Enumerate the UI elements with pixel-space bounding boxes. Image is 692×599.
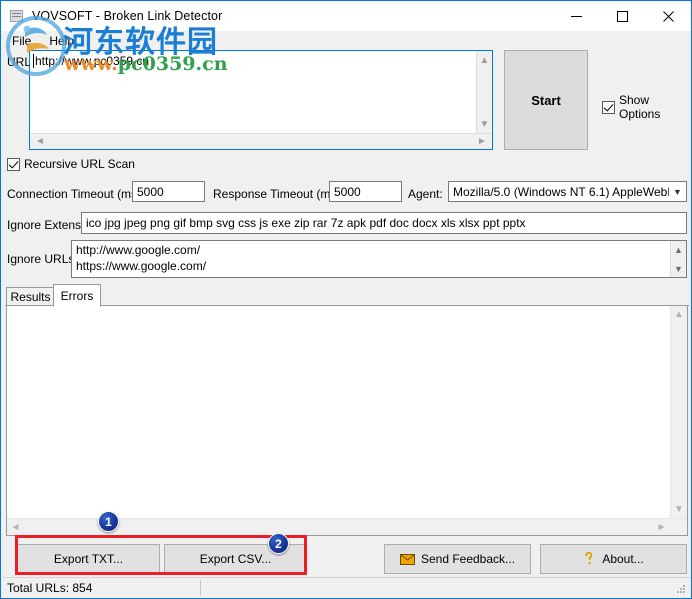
tab-errors[interactable]: Errors [53,284,101,307]
tab-results[interactable]: Results [6,287,55,306]
menu-item-file[interactable]: File [3,32,40,50]
send-feedback-button[interactable]: Send Feedback... [384,544,531,574]
about-label: About... [602,552,644,566]
ignore-urls-scrollbar[interactable]: ▲ ▼ [670,241,686,277]
chevron-down-icon[interactable]: ▼ [671,260,686,277]
response-timeout-input[interactable]: 5000 [329,181,402,202]
annotation-badge-1: 1 [98,511,119,532]
ignore-extensions-input[interactable]: ico jpg jpeg png gif bmp svg css js exe … [81,212,687,234]
tab-strip: Results Errors [5,284,689,307]
ignore-urls-label: Ignore URLs: [7,252,78,266]
envelope-icon [399,553,415,565]
ignore-urls-value: http://www.google.com/ https://www.googl… [76,243,207,273]
url-horizontal-scrollbar[interactable]: ◄ ► [30,133,492,149]
menu-item-help[interactable]: Help [40,32,83,50]
menu-bar: File Help [1,31,691,51]
annotation-badge-2: 2 [268,533,289,554]
app-window-icon [9,8,25,24]
status-bar: Total URLs: 854 [2,577,690,597]
start-button[interactable]: Start [504,50,588,150]
connection-timeout-input[interactable]: 5000 [132,181,205,202]
question-key-icon [583,552,596,566]
chevron-down-icon[interactable]: ▼ [671,501,687,518]
status-divider [200,580,201,596]
send-feedback-label: Send Feedback... [420,552,516,566]
show-options-label: Show Options [619,93,661,121]
window-title: VOVSOFT - Broken Link Detector [32,9,223,23]
checkbox-box-icon [602,100,615,114]
close-icon[interactable] [645,1,691,31]
application-window: VOVSOFT - Broken Link Detector File Help… [0,0,692,599]
chevron-left-icon[interactable]: ◄ [7,519,24,535]
chevron-right-icon[interactable]: ► [653,519,670,535]
chevron-left-icon[interactable]: ◄ [32,134,48,149]
response-timeout-label: Response Timeout (ms): [213,187,344,201]
recursive-url-scan-checkbox[interactable]: Recursive URL Scan [7,157,135,171]
chevron-right-icon[interactable]: ► [474,134,490,149]
chevron-up-icon[interactable]: ▲ [671,306,687,323]
title-bar: VOVSOFT - Broken Link Detector [1,1,691,31]
total-urls-status: Total URLs: 854 [7,580,93,595]
connection-timeout-label: Connection Timeout (ms): [7,187,145,201]
chevron-down-icon[interactable]: ▼ [477,116,492,132]
agent-select-value: Mozilla/5.0 (Windows NT 6.1) AppleWebKit… [453,184,669,199]
text-caret [33,54,34,68]
agent-select[interactable]: Mozilla/5.0 (Windows NT 6.1) AppleWebKit… [448,181,687,202]
about-button[interactable]: About... [540,544,687,574]
show-options-checkbox[interactable]: Show Options [602,93,691,121]
recursive-url-scan-label: Recursive URL Scan [24,157,135,171]
ignore-urls-input[interactable]: http://www.google.com/ https://www.googl… [71,240,687,278]
errors-list-panel[interactable]: ▲ ▼ ◄ ► [6,305,688,536]
chevron-up-icon[interactable]: ▲ [477,52,492,68]
minimize-icon[interactable] [553,1,599,31]
chevron-down-icon[interactable]: ▼ [669,182,686,201]
chevron-up-icon[interactable]: ▲ [671,241,686,258]
url-input-value: http://www.pc0359.cn [35,54,150,68]
url-input[interactable]: http://www.pc0359.cn ▲ ▼ ◄ ► [29,50,493,150]
resize-grip-icon[interactable] [675,583,687,595]
annotation-highlight-rect [15,535,307,575]
results-vertical-scrollbar[interactable]: ▲ ▼ [670,306,687,518]
maximize-icon[interactable] [599,1,645,31]
window-controls [553,1,691,31]
url-vertical-scrollbar[interactable]: ▲ ▼ [476,51,492,133]
checkbox-box-icon [7,157,20,171]
agent-label: Agent: [408,187,443,201]
